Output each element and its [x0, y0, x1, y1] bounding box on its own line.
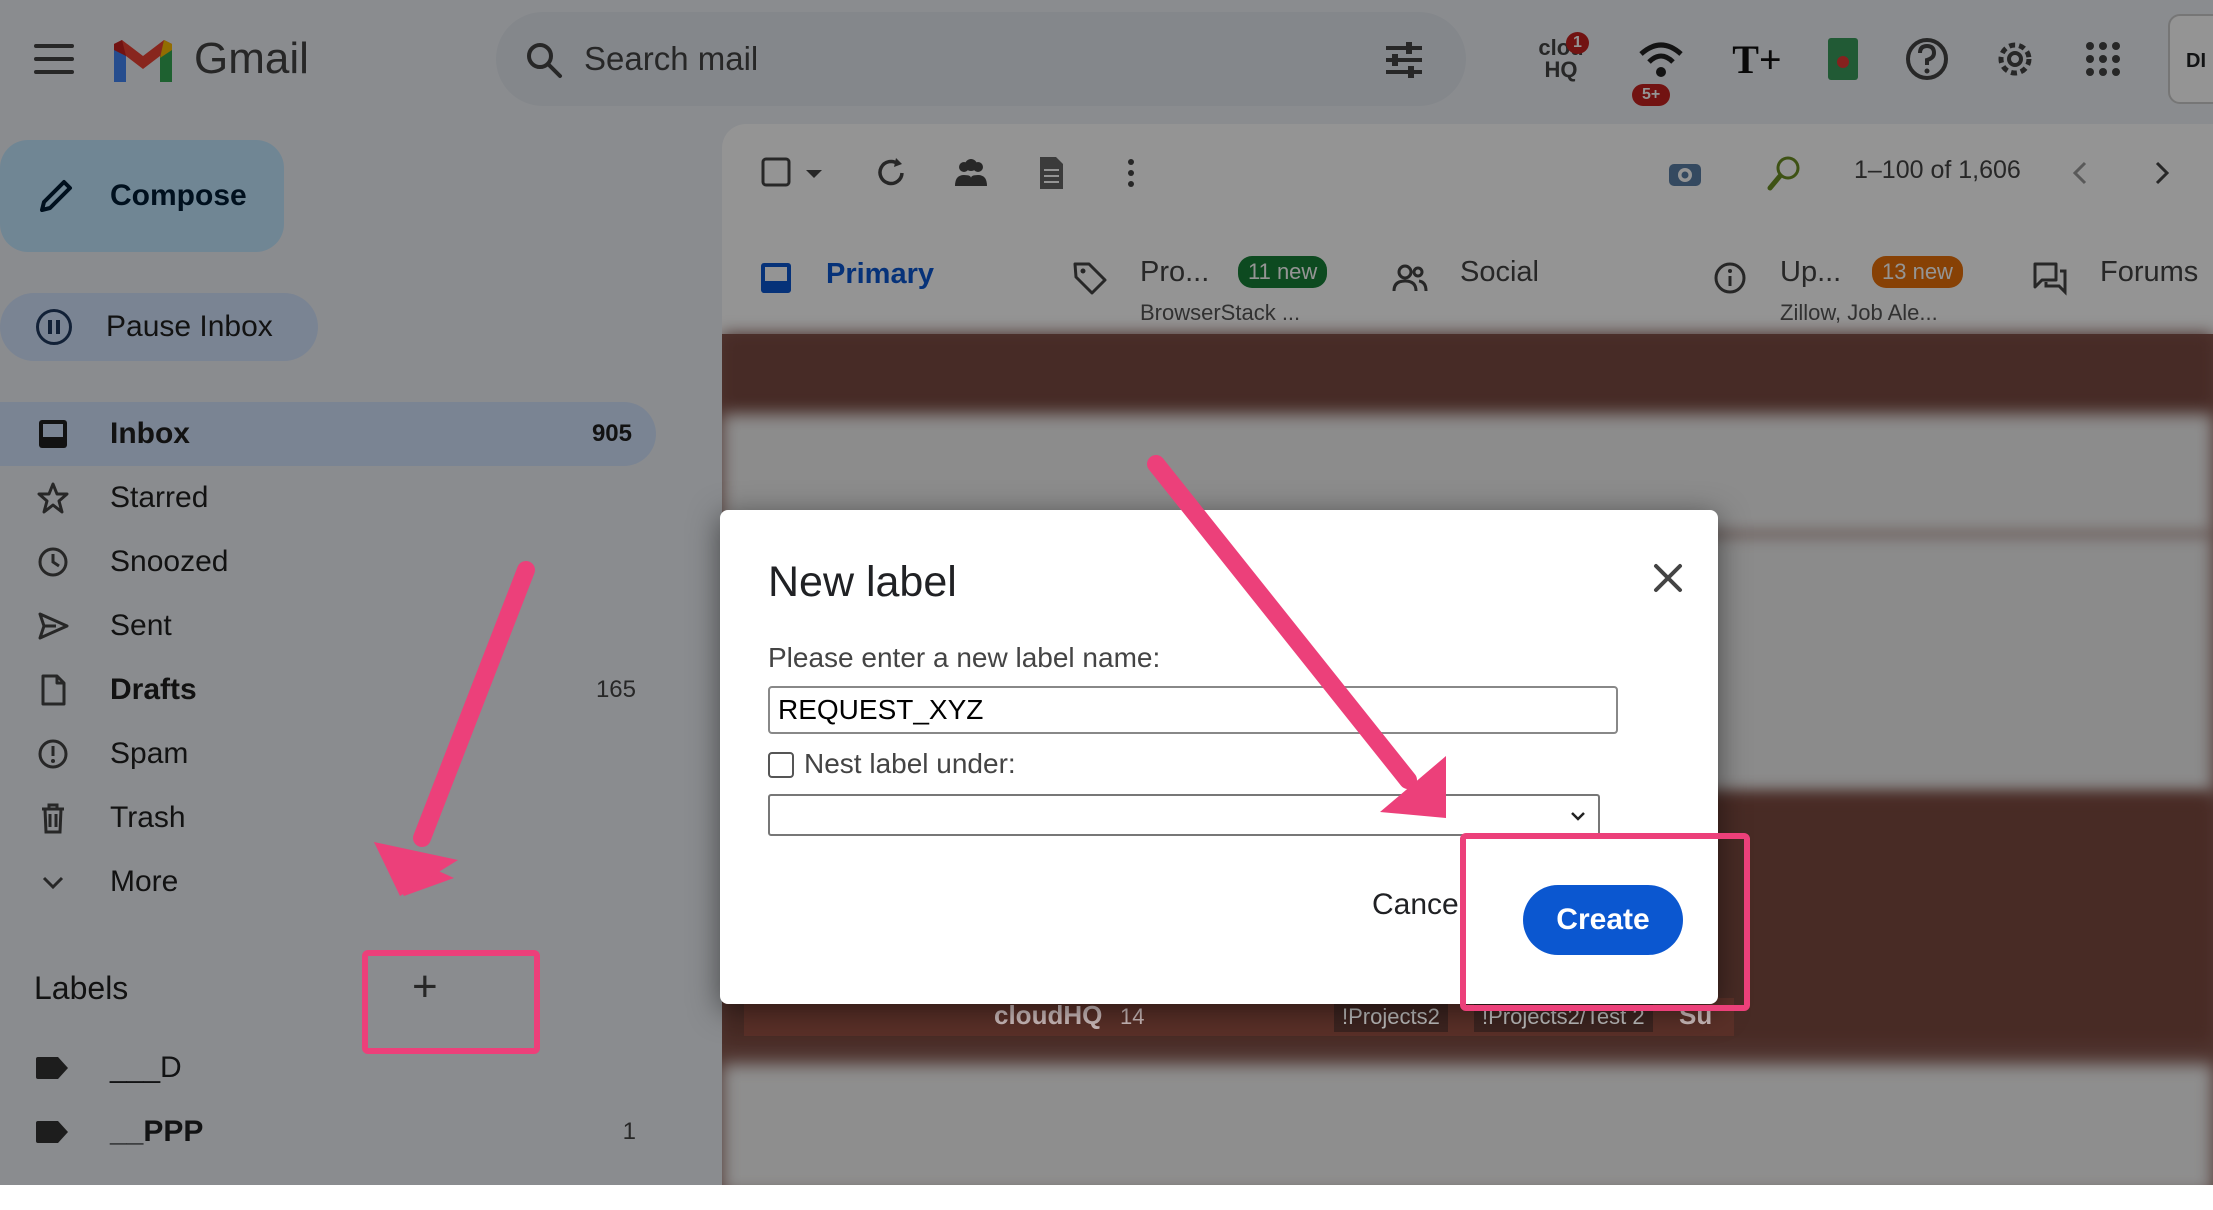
close-icon[interactable] [1648, 558, 1688, 598]
bottom-margin [0, 1185, 2213, 1210]
label-name-input[interactable] [768, 686, 1618, 734]
dialog-title: New label [768, 558, 957, 606]
email-label-chip[interactable]: !Projects2 [1334, 1002, 1448, 1032]
annotation-highlight-box [1460, 833, 1750, 1011]
parent-label-select[interactable] [768, 794, 1600, 836]
label-name-prompt: Please enter a new label name: [768, 642, 1161, 673]
email-thread-count: 14 [1120, 1004, 1145, 1029]
email-sender: cloudHQ [994, 1000, 1103, 1030]
cancel-button[interactable]: Cancel [1372, 888, 1465, 922]
nest-label-checkbox[interactable] [768, 752, 794, 778]
annotation-highlight-box [362, 950, 540, 1054]
chevron-down-icon [1571, 812, 1585, 821]
gmail-app: Gmail Search mail clou HQ 1 5+ T+ DI Comp… [0, 0, 2213, 1185]
nest-label-text: Nest label under: [804, 748, 1016, 779]
